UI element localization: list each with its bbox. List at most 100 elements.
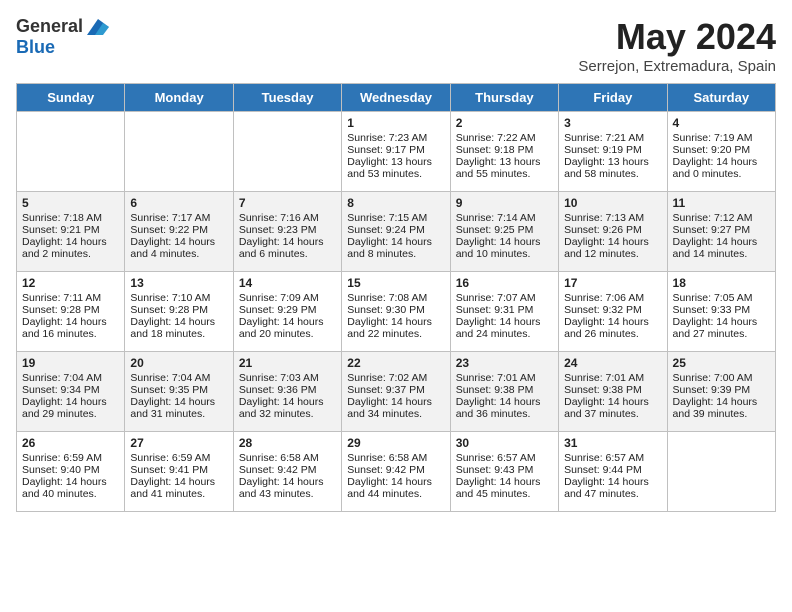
calendar-cell: 11Sunrise: 7:12 AMSunset: 9:27 PMDayligh… <box>667 192 775 272</box>
calendar-cell: 21Sunrise: 7:03 AMSunset: 9:36 PMDayligh… <box>233 352 341 432</box>
calendar-day-header: Tuesday <box>233 84 341 112</box>
day-info-line: Daylight: 14 hours <box>673 396 770 408</box>
calendar-day-header: Wednesday <box>342 84 450 112</box>
day-info-line: Sunset: 9:34 PM <box>22 384 119 396</box>
page-header: General Blue May 2024 Serrejon, Extremad… <box>16 16 776 75</box>
calendar-cell: 25Sunrise: 7:00 AMSunset: 9:39 PMDayligh… <box>667 352 775 432</box>
day-info-line: and 45 minutes. <box>456 488 553 500</box>
calendar-cell <box>667 432 775 512</box>
calendar-cell: 14Sunrise: 7:09 AMSunset: 9:29 PMDayligh… <box>233 272 341 352</box>
calendar-week-row: 12Sunrise: 7:11 AMSunset: 9:28 PMDayligh… <box>17 272 776 352</box>
day-info-line: Sunset: 9:24 PM <box>347 224 444 236</box>
calendar-cell: 24Sunrise: 7:01 AMSunset: 9:38 PMDayligh… <box>559 352 667 432</box>
day-info-line: and 14 minutes. <box>673 248 770 260</box>
day-info-line: Sunset: 9:29 PM <box>239 304 336 316</box>
day-number: 19 <box>22 356 119 370</box>
day-info-line: and 4 minutes. <box>130 248 227 260</box>
day-info-line: Sunrise: 7:19 AM <box>673 132 770 144</box>
calendar-cell: 6Sunrise: 7:17 AMSunset: 9:22 PMDaylight… <box>125 192 233 272</box>
day-info-line: Sunset: 9:37 PM <box>347 384 444 396</box>
day-info-line: and 43 minutes. <box>239 488 336 500</box>
calendar-cell: 12Sunrise: 7:11 AMSunset: 9:28 PMDayligh… <box>17 272 125 352</box>
day-info-line: Sunrise: 7:01 AM <box>564 372 661 384</box>
day-info-line: and 36 minutes. <box>456 408 553 420</box>
day-info-line: Daylight: 14 hours <box>239 476 336 488</box>
calendar-cell: 20Sunrise: 7:04 AMSunset: 9:35 PMDayligh… <box>125 352 233 432</box>
day-info-line: Daylight: 14 hours <box>456 476 553 488</box>
day-info-line: and 2 minutes. <box>22 248 119 260</box>
day-info-line: Daylight: 14 hours <box>22 476 119 488</box>
day-number: 16 <box>456 276 553 290</box>
calendar-cell: 15Sunrise: 7:08 AMSunset: 9:30 PMDayligh… <box>342 272 450 352</box>
day-info-line: Daylight: 14 hours <box>673 156 770 168</box>
day-info-line: and 18 minutes. <box>130 328 227 340</box>
calendar-week-row: 26Sunrise: 6:59 AMSunset: 9:40 PMDayligh… <box>17 432 776 512</box>
day-number: 13 <box>130 276 227 290</box>
day-number: 17 <box>564 276 661 290</box>
day-info-line: Sunrise: 7:17 AM <box>130 212 227 224</box>
day-number: 11 <box>673 196 770 210</box>
day-info-line: Sunset: 9:36 PM <box>239 384 336 396</box>
logo-blue-text: Blue <box>16 37 55 58</box>
day-info-line: and 22 minutes. <box>347 328 444 340</box>
day-info-line: and 12 minutes. <box>564 248 661 260</box>
calendar-cell: 16 Sunrise: 7:07 AMSunset: 9:31 PMDayligh… <box>450 272 558 352</box>
day-number: 5 <box>22 196 119 210</box>
day-number: 1 <box>347 116 444 130</box>
calendar-cell: 23Sunrise: 7:01 AMSunset: 9:38 PMDayligh… <box>450 352 558 432</box>
day-info-line: Sunset: 9:44 PM <box>564 464 661 476</box>
day-info-line: Sunrise: 7:07 AM <box>456 292 553 304</box>
day-number: 23 <box>456 356 553 370</box>
calendar-cell: 3Sunrise: 7:21 AMSunset: 9:19 PMDaylight… <box>559 112 667 192</box>
day-info-line: Sunrise: 7:15 AM <box>347 212 444 224</box>
day-info-line: Sunset: 9:30 PM <box>347 304 444 316</box>
day-info-line: and 37 minutes. <box>564 408 661 420</box>
calendar-body: 1Sunrise: 7:23 AMSunset: 9:17 PMDaylight… <box>17 112 776 512</box>
day-number: 8 <box>347 196 444 210</box>
day-number: 12 <box>22 276 119 290</box>
day-info-line: Daylight: 14 hours <box>564 316 661 328</box>
day-number: 15 <box>347 276 444 290</box>
calendar-day-header: Sunday <box>17 84 125 112</box>
day-info-line: Daylight: 14 hours <box>22 236 119 248</box>
day-info-line: Sunset: 9:19 PM <box>564 144 661 156</box>
day-info-line: and 8 minutes. <box>347 248 444 260</box>
calendar-cell: 17Sunrise: 7:06 AMSunset: 9:32 PMDayligh… <box>559 272 667 352</box>
day-info-line: Sunset: 9:28 PM <box>130 304 227 316</box>
day-info-line: Sunrise: 6:58 AM <box>347 452 444 464</box>
day-info-line: Sunrise: 7:21 AM <box>564 132 661 144</box>
calendar-day-header: Saturday <box>667 84 775 112</box>
day-info-line: Sunrise: 6:58 AM <box>239 452 336 464</box>
day-info-line: Sunrise: 7:05 AM <box>673 292 770 304</box>
calendar-cell: 31Sunrise: 6:57 AMSunset: 9:44 PMDayligh… <box>559 432 667 512</box>
day-info-line: and 53 minutes. <box>347 168 444 180</box>
day-info-line: and 29 minutes. <box>22 408 119 420</box>
calendar-cell: 4Sunrise: 7:19 AMSunset: 9:20 PMDaylight… <box>667 112 775 192</box>
day-info-line: Sunrise: 7:22 AM <box>456 132 553 144</box>
day-info-line: Daylight: 14 hours <box>673 316 770 328</box>
day-info-line: Sunset: 9:27 PM <box>673 224 770 236</box>
logo-general-text: General <box>16 16 83 37</box>
day-info-line: and 10 minutes. <box>456 248 553 260</box>
day-number: 2 <box>456 116 553 130</box>
day-info-line: and 24 minutes. <box>456 328 553 340</box>
day-number: 31 <box>564 436 661 450</box>
day-info-line: Sunrise: 7:09 AM <box>239 292 336 304</box>
day-info-line: Sunrise: 7:02 AM <box>347 372 444 384</box>
calendar-cell <box>233 112 341 192</box>
day-info-line: Sunrise: 7:03 AM <box>239 372 336 384</box>
day-info-line: Sunset: 9:31 PM <box>456 304 553 316</box>
day-info-line: Sunrise: 7:01 AM <box>456 372 553 384</box>
day-info-line: Daylight: 14 hours <box>347 236 444 248</box>
calendar-cell: 22Sunrise: 7:02 AMSunset: 9:37 PMDayligh… <box>342 352 450 432</box>
day-number: 25 <box>673 356 770 370</box>
day-info-line: and 32 minutes. <box>239 408 336 420</box>
day-info-line: Sunrise: 7:08 AM <box>347 292 444 304</box>
logo-icon <box>87 19 109 35</box>
day-info-line: Daylight: 14 hours <box>456 316 553 328</box>
day-number: 14 <box>239 276 336 290</box>
calendar-cell: 29Sunrise: 6:58 AMSunset: 9:42 PMDayligh… <box>342 432 450 512</box>
calendar-table: SundayMondayTuesdayWednesdayThursdayFrid… <box>16 83 776 512</box>
day-number: 18 <box>673 276 770 290</box>
day-number: 6 <box>130 196 227 210</box>
